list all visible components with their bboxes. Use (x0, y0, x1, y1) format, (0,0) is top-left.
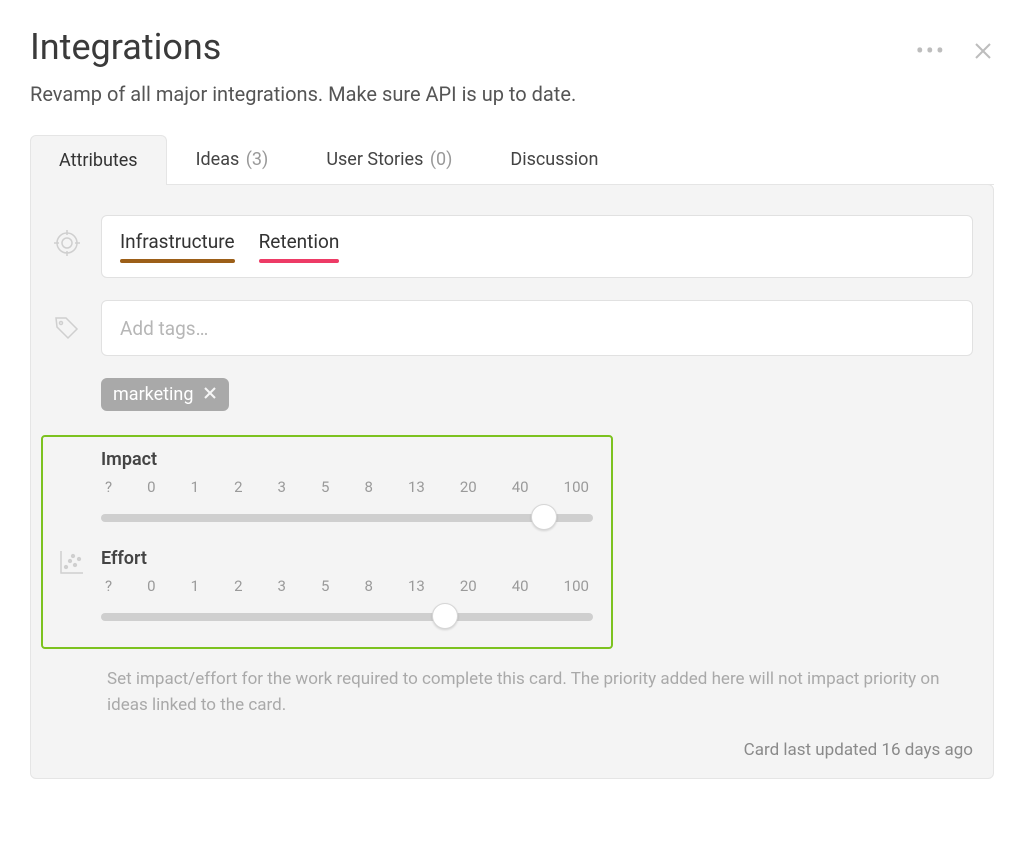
tick-label: 3 (278, 577, 286, 595)
remove-tag-icon[interactable] (203, 386, 217, 403)
category-label: Retention (259, 230, 340, 253)
tick-label: 8 (364, 577, 372, 595)
card-description[interactable]: Revamp of all major integrations. Make s… (30, 82, 994, 106)
slider-handle[interactable] (432, 603, 458, 629)
tick-label: ? (105, 478, 112, 496)
effort-slider-group: Effort ? 0 1 2 3 5 8 13 20 40 100 (101, 548, 593, 629)
tick-label: 5 (321, 478, 329, 496)
tick-label: 0 (147, 577, 155, 595)
category-chip[interactable]: Retention (259, 230, 340, 263)
impact-slider[interactable] (101, 504, 593, 530)
tick-label: 20 (460, 478, 477, 496)
tick-label: 0 (147, 478, 155, 496)
category-chip[interactable]: Infrastructure (120, 230, 235, 263)
tick-label: 2 (234, 577, 242, 595)
tick-label: 13 (408, 478, 425, 496)
category-underline (120, 259, 235, 263)
tab-count: (0) (430, 149, 453, 170)
tag-icon (51, 312, 83, 344)
tab-count: (3) (246, 149, 269, 170)
close-button[interactable] (972, 40, 994, 62)
tag-pill[interactable]: marketing (101, 378, 229, 411)
tab-ideas[interactable]: Ideas (3) (167, 134, 298, 184)
tick-label: 100 (564, 478, 589, 496)
tick-label: 40 (512, 577, 529, 595)
tab-discussion[interactable]: Discussion (481, 134, 627, 184)
impact-slider-group: Impact ? 0 1 2 3 5 8 13 20 40 100 (101, 449, 593, 530)
target-icon (51, 227, 83, 259)
tab-label: Discussion (510, 149, 598, 170)
category-underline (259, 259, 340, 263)
slider-ticks: ? 0 1 2 3 5 8 13 20 40 100 (101, 478, 593, 496)
tags-input[interactable]: Add tags… (101, 300, 973, 356)
tab-label: User Stories (326, 149, 423, 170)
tag-label: marketing (113, 384, 193, 405)
card-modal: Integrations ••• Revamp of all major int… (0, 0, 1024, 809)
impact-label: Impact (101, 449, 593, 470)
tab-label: Attributes (59, 150, 138, 171)
tags-placeholder: Add tags… (120, 317, 208, 340)
tick-label: 8 (364, 478, 372, 496)
tick-label: 20 (460, 577, 477, 595)
tick-label: 13 (408, 577, 425, 595)
tick-label: 1 (191, 478, 199, 496)
impact-effort-box: Impact ? 0 1 2 3 5 8 13 20 40 100 Effort ? 0 1 2 3 5 8 13… (41, 435, 613, 649)
slider-ticks: ? 0 1 2 3 5 8 13 20 40 100 (101, 577, 593, 595)
last-updated: Card last updated 16 days ago (51, 740, 973, 760)
effort-slider[interactable] (101, 603, 593, 629)
page-title: Integrations (30, 26, 221, 68)
tick-label: 100 (564, 577, 589, 595)
impact-help-text: Set impact/effort for the work required … (107, 667, 973, 718)
slider-handle[interactable] (531, 504, 557, 530)
tick-label: 5 (321, 577, 329, 595)
tab-attributes[interactable]: Attributes (30, 135, 167, 185)
tick-label: 2 (234, 478, 242, 496)
effort-label: Effort (101, 548, 593, 569)
tick-label: 40 (512, 478, 529, 496)
tags-list: marketing (101, 368, 973, 411)
attributes-panel: Infrastructure Retention Add tags… (30, 184, 994, 779)
tab-label: Ideas (196, 149, 240, 170)
more-icon[interactable]: ••• (916, 39, 946, 63)
tick-label: ? (105, 577, 112, 595)
tick-label: 1 (191, 577, 199, 595)
scatter-icon (57, 547, 87, 581)
categories-field[interactable]: Infrastructure Retention (101, 215, 973, 278)
category-label: Infrastructure (120, 230, 235, 253)
tab-user-stories[interactable]: User Stories (0) (297, 134, 481, 184)
tab-bar: Attributes Ideas (3) User Stories (0) Di… (30, 134, 994, 185)
tick-label: 3 (278, 478, 286, 496)
